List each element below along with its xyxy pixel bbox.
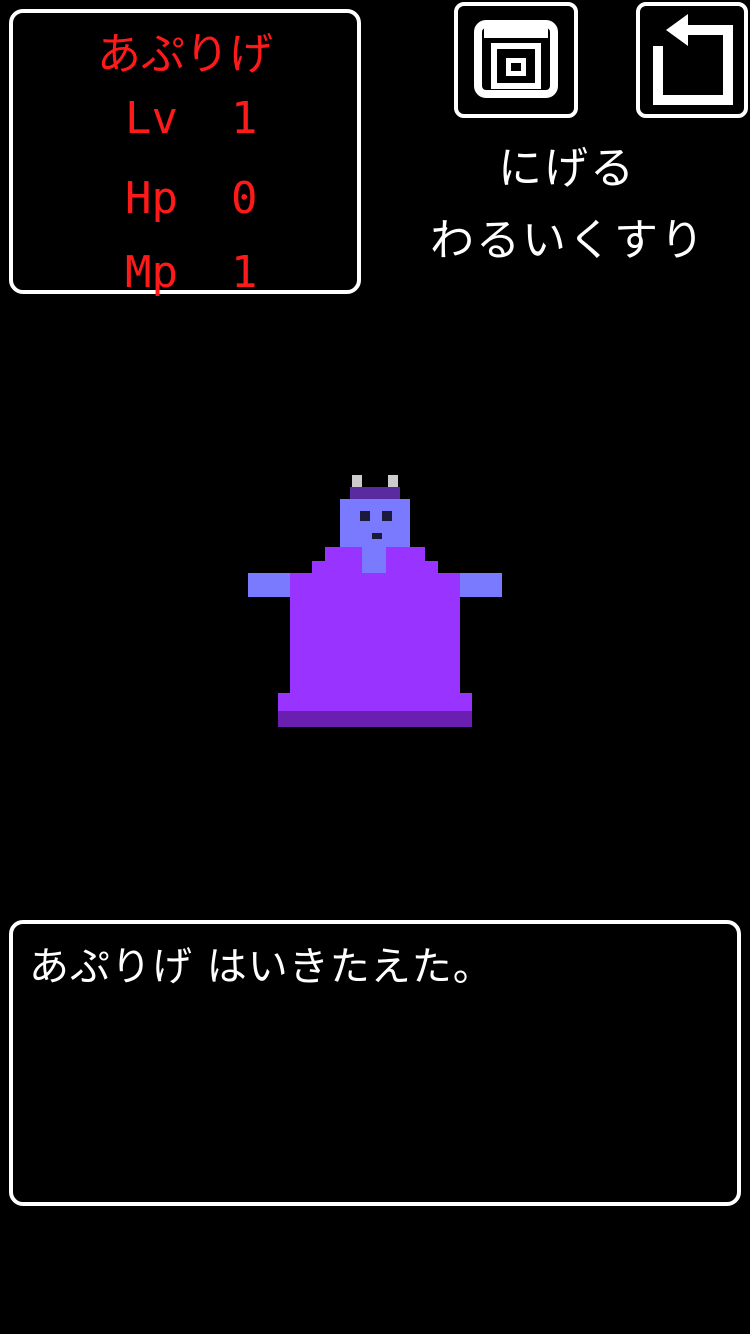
monster-eye-right bbox=[382, 511, 392, 521]
game-screen: あぷりげ Lv 1 Hp 0 Mp 1 にげる わるいくすり あぷりげ はいきた… bbox=[0, 0, 750, 1334]
monster-arm-right bbox=[460, 573, 502, 597]
monster-robe-hem bbox=[278, 693, 472, 711]
monster-head bbox=[340, 499, 410, 547]
monster-robe-body bbox=[290, 573, 460, 693]
monster-arm-left bbox=[248, 573, 290, 597]
message-box: あぷりげ はいきたえた。 bbox=[9, 920, 741, 1206]
monster-hat bbox=[350, 487, 400, 499]
monster-eye-left bbox=[360, 511, 370, 521]
monster-neck bbox=[362, 547, 386, 573]
message-text: あぷりげ はいきたえた。 bbox=[29, 944, 494, 990]
monster-horn-right bbox=[388, 475, 398, 487]
monster-sprite bbox=[248, 475, 502, 727]
monster-horn-left bbox=[352, 475, 362, 487]
monster-mouth bbox=[372, 533, 382, 539]
monster-robe-base bbox=[278, 711, 472, 727]
